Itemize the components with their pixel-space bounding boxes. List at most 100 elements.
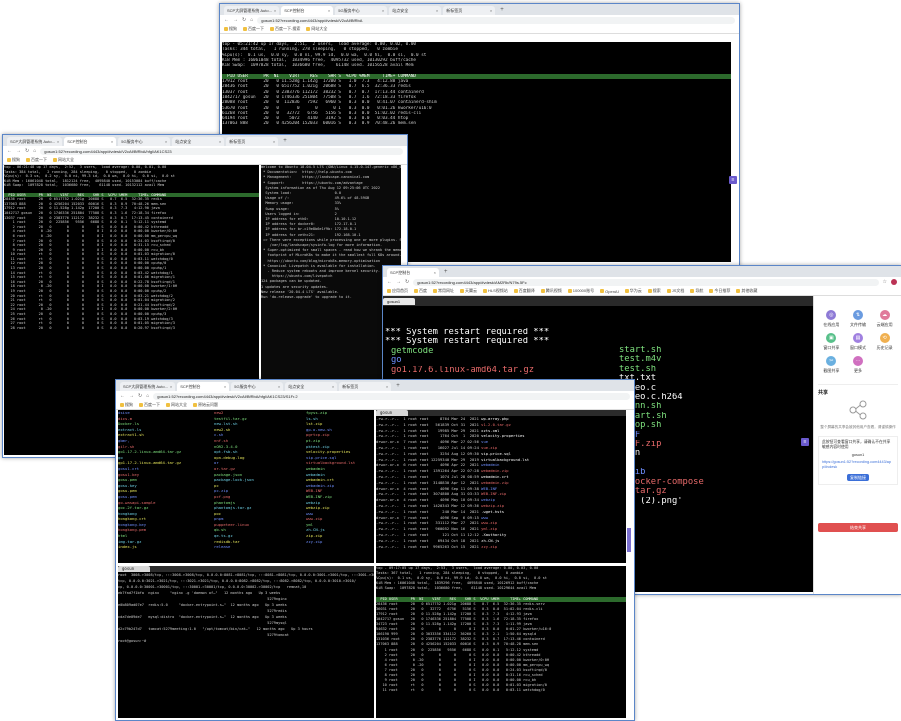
home-icon[interactable]: ⌂ <box>250 17 253 23</box>
close-icon[interactable]: × <box>490 6 492 15</box>
terminal-ls-long[interactable]: gosun -rw-r--r-- 1 root root 8764 Mar 24… <box>376 410 626 563</box>
reload-icon[interactable]: ↻ <box>25 148 29 154</box>
browser-tab[interactable]: 新标签页 × <box>226 137 279 146</box>
browser-tab[interactable]: SCP控制台 × <box>387 268 439 277</box>
bookmark-item[interactable]: 搜狗 <box>120 402 133 408</box>
bookmark-item[interactable]: 搜索 <box>647 288 661 294</box>
panel-item[interactable]: ☁ 云端应用 <box>871 310 898 328</box>
browser-tab[interactable]: 站点安全 × <box>285 382 338 391</box>
reload-icon[interactable]: ↻ <box>405 279 409 285</box>
close-icon[interactable]: × <box>224 382 226 391</box>
end-share-button[interactable]: 结束共享 <box>818 523 898 532</box>
close-icon[interactable]: × <box>278 382 280 391</box>
bookmark-item[interactable]: 腾讯视频 <box>540 288 562 294</box>
bookmark-item[interactable]: 常用网址 <box>433 288 454 294</box>
bookmark-item[interactable]: 搜狗 <box>224 26 237 32</box>
panel-item[interactable]: ✂ 截图共享 <box>818 356 845 374</box>
panel-item[interactable]: ⋯ 更多 <box>845 356 872 374</box>
bookmark-item[interactable]: 搜狗 <box>7 157 20 163</box>
url-input[interactable]: gosun1:52?recording.com4443/app/#vdesk/V… <box>153 392 630 400</box>
forward-icon[interactable]: → <box>233 17 238 23</box>
close-icon[interactable]: × <box>332 382 334 391</box>
browser-tab[interactable]: 站点安全 × <box>172 137 225 146</box>
bookmark-item[interactable]: 其他收藏 <box>736 288 757 294</box>
bookmark-item[interactable]: 百度翻译 <box>513 288 535 294</box>
share-link[interactable]: https://gosun1:52?recording.com4443/app/… <box>822 460 894 470</box>
bookmark-item[interactable]: 百度一下-搜索 <box>270 26 300 32</box>
panel-item[interactable]: ⇅ 文件传输 <box>845 310 872 328</box>
bookmark-item[interactable]: 百度一下 <box>243 26 264 32</box>
back-icon[interactable]: ← <box>120 393 125 399</box>
bookmark-item[interactable]: 天翼云 <box>460 288 477 294</box>
browser-tab[interactable]: SCP大屏管理系统 Auto... × <box>224 6 280 15</box>
browser-tab[interactable]: 5G服务中心 × <box>118 137 171 146</box>
bookmark-item[interactable]: 网站大全 <box>53 157 74 163</box>
bookmark-item[interactable]: 导航 <box>690 288 703 294</box>
browser-tab[interactable]: 新标签页 × <box>443 6 496 15</box>
profile-icon[interactable] <box>891 279 897 285</box>
bookmark-item[interactable]: OpenAI <box>600 289 619 294</box>
toolbar-toggle-icon[interactable]: ≡ <box>729 176 737 184</box>
new-tab-icon[interactable]: + <box>393 382 403 391</box>
home-icon[interactable]: ⌂ <box>146 393 149 399</box>
url-input[interactable]: gosun1:52?recording.com4443/app/#vdesk/A… <box>413 278 879 286</box>
scrollbar[interactable] <box>627 528 631 552</box>
bookmark-item[interactable]: 今日推荐 <box>709 288 730 294</box>
panel-item[interactable]: ▣ 窗口共享 <box>818 333 845 351</box>
terminal-tab[interactable]: gosun1 <box>383 297 415 305</box>
panel-item[interactable]: ⟲ 历史记录 <box>871 333 898 351</box>
back-icon[interactable]: ← <box>387 279 392 285</box>
close-icon[interactable]: × <box>328 6 330 15</box>
url-input[interactable]: gosun1:52?recording.com4443/app/#vdesk/V… <box>40 147 403 155</box>
browser-tab[interactable]: SCP控制台 × <box>281 6 334 15</box>
close-icon[interactable]: × <box>111 137 113 146</box>
bookmark-item[interactable]: 应用首页 <box>387 288 408 294</box>
browser-tab[interactable]: 新标签页 × <box>339 382 392 391</box>
close-icon[interactable]: × <box>434 268 436 277</box>
home-icon[interactable]: ⌂ <box>33 148 36 154</box>
terminal-ls-columns[interactable]: dsive new2 fpyss.zip dics.m testfil.tar.gz ls… <box>118 410 374 563</box>
forward-icon[interactable]: → <box>16 148 21 154</box>
close-icon[interactable]: × <box>273 137 275 146</box>
bookmark-item[interactable]: 百度 <box>414 288 427 294</box>
bookmark-item[interactable]: 网站大全 <box>306 26 327 32</box>
browser-tab[interactable]: 5G服务中心 × <box>335 6 388 15</box>
browser-tab[interactable]: SCP大屏管理系统 Auto... × <box>120 382 176 391</box>
bookmark-item[interactable]: 华为云 <box>624 288 642 294</box>
back-icon[interactable]: ← <box>224 17 229 23</box>
new-tab-icon[interactable]: + <box>441 268 451 277</box>
url-input[interactable]: gosun1:52?recording.com4443/app/#vdesk/V… <box>257 16 735 24</box>
panel-item[interactable]: ◎ 在线应用 <box>818 310 845 328</box>
bookmark-item[interactable]: 百度一下 <box>26 157 47 163</box>
terminal-top-3[interactable]: top - 09:17:05 up 17 days, 2:53, 3 users… <box>376 566 626 718</box>
bookmark-item[interactable]: 原始云问题 <box>193 402 218 408</box>
close-icon[interactable]: × <box>436 6 438 15</box>
new-tab-icon[interactable]: + <box>280 137 290 146</box>
terminal-docker-ps[interactable]: gosun root 3008->3008/tcp, :::3008->3008… <box>118 566 374 718</box>
close-icon[interactable]: × <box>165 137 167 146</box>
back-icon[interactable]: ← <box>7 148 12 154</box>
bookmark-item[interactable]: JS文档 <box>666 288 684 294</box>
reload-icon[interactable]: ↻ <box>138 393 142 399</box>
copy-link-button[interactable]: 复制链接 <box>847 474 869 481</box>
browser-tab[interactable]: SCP大屏管理系统 Auto... × <box>7 137 63 146</box>
browser-tab[interactable]: 站点安全 × <box>389 6 442 15</box>
bookmark-item[interactable]: 网站大全 <box>166 402 187 408</box>
close-icon[interactable]: × <box>219 137 221 146</box>
close-icon[interactable]: × <box>386 382 388 391</box>
panel-item[interactable]: ▤ 窗口模式 <box>845 333 872 351</box>
browser-tab[interactable]: SCP控制台 × <box>177 382 230 391</box>
close-icon[interactable]: × <box>170 382 172 391</box>
bookmark-item[interactable]: HLS视频站 <box>483 288 508 294</box>
forward-icon[interactable]: → <box>396 279 401 285</box>
close-icon[interactable]: × <box>382 6 384 15</box>
browser-tab[interactable]: 5G服务中心 × <box>231 382 284 391</box>
bookmark-item[interactable]: 百度一下 <box>139 402 160 408</box>
reload-icon[interactable]: ↻ <box>242 17 246 23</box>
close-icon[interactable]: × <box>274 6 276 15</box>
forward-icon[interactable]: → <box>129 393 134 399</box>
close-icon[interactable]: × <box>57 137 59 146</box>
star-icon[interactable]: ☆ <box>883 279 887 285</box>
browser-tab[interactable]: SCP控制台 × <box>64 137 117 146</box>
bookmark-item[interactable]: 100000账号 <box>567 288 594 294</box>
